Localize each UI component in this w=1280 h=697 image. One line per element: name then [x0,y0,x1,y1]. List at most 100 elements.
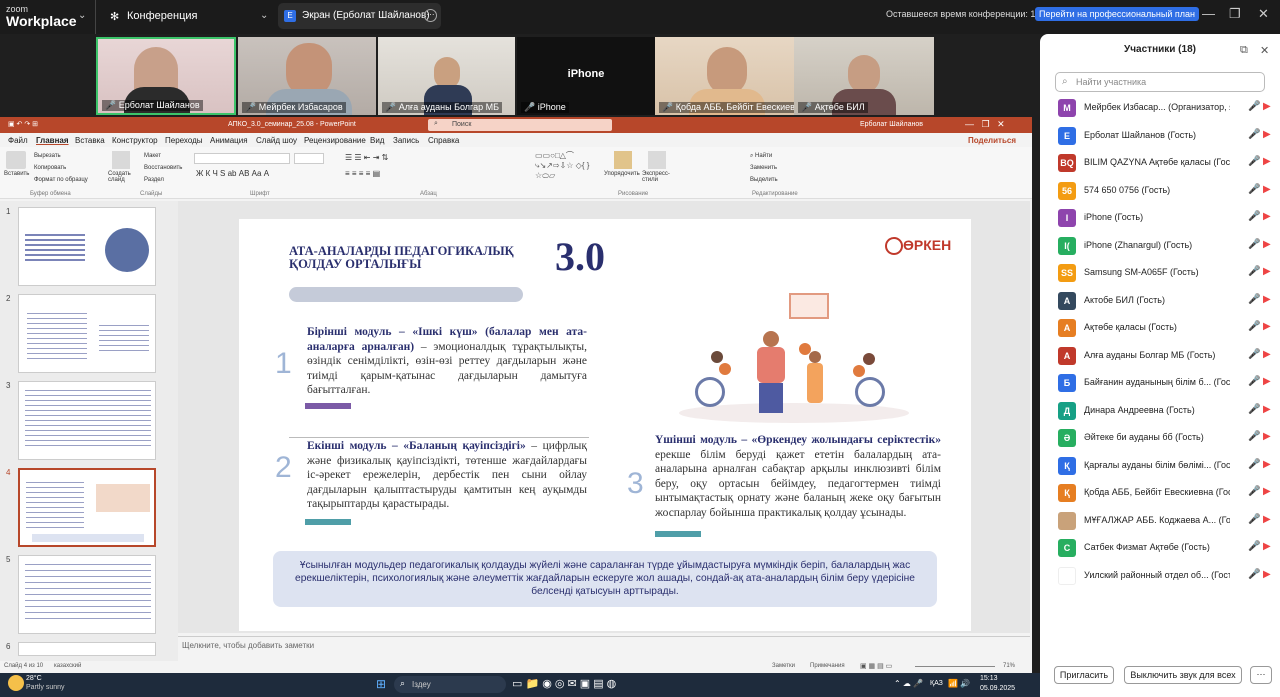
section-button[interactable]: Раздел [144,177,164,183]
participant-row[interactable]: Қ Қарғалы ауданы білім бөлімі... (Гость) 🎤… [1058,456,1273,476]
mic-muted-icon[interactable]: 🎤 [1248,349,1260,360]
mic-muted-icon[interactable]: 🎤 [1248,101,1260,112]
participant-row[interactable]: А Ақтөбе қаласы (Гость) 🎤 ▶ [1058,318,1273,338]
share-button[interactable]: Поделиться [968,136,1016,145]
video-tile[interactable]: 🎤 Қобда АББ, Бейбіт Евескиевна [655,37,794,115]
notes-pane[interactable]: Щелкните, чтобы добавить заметки [178,636,1030,658]
invite-button[interactable]: Пригласить [1054,666,1114,684]
tab-insert[interactable]: Вставка [75,136,105,145]
slide[interactable]: АТА-АНАЛАРДЫ ПЕДАГОГИКАЛЫҚ ҚОЛДАУ ОРТАЛЫ… [239,219,971,631]
taskbar-search[interactable]: ⌕ Іздеу [394,676,506,693]
new-slide-button[interactable]: Создать слайд [108,171,132,183]
tab-home[interactable]: Главная [36,136,69,145]
mic-muted-icon[interactable]: 🎤 [1248,514,1260,525]
camera-off-icon[interactable]: ▶ [1263,101,1271,112]
mic-muted-icon[interactable]: 🎤 [1248,211,1260,222]
network-icons[interactable]: 📶 🔊 [948,679,970,688]
ppt-search[interactable]: ⌕ Поиск [428,119,612,131]
video-tile[interactable]: 🎤 Ерболат Шайланов [96,37,236,115]
view-buttons[interactable]: ▣ ▦ ▤ ▭ [860,662,892,670]
format-painter-button[interactable]: Формат по образцу [34,177,88,183]
minimize-icon[interactable]: — [1202,6,1215,21]
tab-review[interactable]: Рецензирование [304,136,366,145]
participant-row[interactable]: SS Samsung SM-A065F (Гость) 🎤 ▶ [1058,263,1273,283]
participant-row[interactable]: МҰҒАЛЖАР АББ. Коджаева А... (Гость) 🎤▶ [1058,511,1273,531]
layout-button[interactable]: Макет [144,153,161,159]
tab-slideshow[interactable]: Слайд шоу [256,136,297,145]
camera-off-icon[interactable]: ▶ [1263,486,1271,497]
tray-icons[interactable]: ⌃ ☁ 🎤 [894,679,923,688]
camera-off-icon[interactable]: ▶ [1263,404,1271,415]
mic-muted-icon[interactable]: 🎤 [1248,569,1260,580]
participant-row[interactable]: А Алға ауданы Болгар МБ (Гость) 🎤 ▶ [1058,346,1273,366]
mic-muted-icon[interactable]: 🎤 [1248,266,1260,277]
tab-transitions[interactable]: Переходы [165,136,203,145]
slide-thumbnail-3[interactable] [18,381,156,460]
participant-row[interactable]: 56 574 650 0756 (Гость) 🎤 ▶ [1058,181,1273,201]
weather-icon[interactable] [8,675,24,691]
replace-button[interactable]: Заменить [750,165,777,171]
slide-thumbnail-1[interactable] [18,207,156,286]
mic-muted-icon[interactable]: 🎤 [1248,431,1260,442]
camera-off-icon[interactable]: ▶ [1263,349,1271,360]
participant-row[interactable]: I(iPhone (Zhanargul) (Гость) 🎤 ▶ [1058,236,1273,256]
conference-label[interactable]: Конференция [127,10,197,22]
video-tile[interactable]: iPhone 🎤 iPhone [517,37,655,115]
mute-all-button[interactable]: Выключить звук для всех [1124,666,1242,684]
camera-off-icon[interactable]: ▶ [1263,569,1271,580]
windows-start-icon[interactable]: ⊞ [376,677,386,691]
quick-styles-button[interactable]: Экспресс-стили [642,171,672,183]
mic-muted-icon[interactable]: 🎤 [1248,376,1260,387]
participant-row[interactable]: С Сатбек Физмат Ақтөбе (Гость) 🎤 ▶ [1058,538,1273,558]
font-format-buttons[interactable]: Ж К Ч S ab АВ Аа A [196,169,269,178]
participant-row[interactable]: BQ BILIM QAZYNA Ақтөбе қаласы (Гость) 🎤 ▶ [1058,153,1273,173]
slide-thumbnail-6[interactable] [18,642,156,656]
upgrade-button[interactable]: Перейти на профессиональный план [1035,7,1199,21]
camera-off-icon[interactable]: ▶ [1263,129,1271,140]
popout-icon[interactable]: ⧉ [1240,44,1248,57]
mic-muted-icon[interactable]: 🎤 [1248,129,1260,140]
participant-row[interactable]: Ә Әйтеке би ауданы бб (Гость) 🎤 ▶ [1058,428,1273,448]
camera-off-icon[interactable]: ▶ [1263,541,1271,552]
video-tile[interactable]: 🎤 Мейрбек Избасаров [238,37,376,115]
mic-muted-icon[interactable]: 🎤 [1248,156,1260,167]
taskbar-apps[interactable]: ▭ 📁 ◉ ◎ ✉ ▣ ▤ ◍ [512,677,616,690]
align-buttons[interactable]: ≡ ≡ ≡ ≡ ▤ [345,169,380,178]
tab-record[interactable]: Запись [393,136,419,145]
list-buttons[interactable]: ☰ ☰ ⇤ ⇥ ⇅ [345,153,388,162]
mic-muted-icon[interactable]: 🎤 [1248,486,1260,497]
mic-muted-icon[interactable]: 🎤 [1248,541,1260,552]
chevron-down-icon[interactable]: ⌄ [78,10,86,21]
video-tile[interactable]: 🎤 Алға ауданы Болгар МБ [378,37,515,115]
participant-row[interactable]: Уилский районный отдел об... (Гость) 🎤 ▶ [1058,566,1273,586]
close-icon[interactable]: ✕ [1258,6,1269,22]
slide-thumbnail-2[interactable] [18,294,156,373]
restore-icon[interactable]: ❐ [1229,6,1241,22]
mic-muted-icon[interactable]: 🎤 [1248,321,1260,332]
quick-styles-icon[interactable] [648,151,666,169]
participant-row[interactable]: А Актобе БИЛ (Гость) 🎤 ▶ [1058,291,1273,311]
reset-button[interactable]: Восстановить [144,165,182,171]
find-button[interactable]: ⌕ Найти [750,153,772,160]
participant-row[interactable]: IiPhone (Гость) 🎤 ▶ [1058,208,1273,228]
mic-muted-icon[interactable]: 🎤 [1248,459,1260,470]
slide-thumbnail-5[interactable] [18,555,156,634]
input-language[interactable]: ҚАЗ [930,680,943,687]
mic-muted-icon[interactable]: 🎤 [1248,184,1260,195]
participant-row[interactable]: Е Ерболат Шайланов (Гость) 🎤 ▶ [1058,126,1273,146]
comments-toggle[interactable]: Примечания [810,663,845,669]
font-size-select[interactable] [294,153,324,164]
tab-file[interactable]: Файл [8,136,28,145]
camera-off-icon[interactable]: ▶ [1263,211,1271,222]
participant-row[interactable]: Қ Қобда АББ, Бейбіт Евескиевна (Гость) 🎤 ▶ [1058,483,1273,503]
camera-off-icon[interactable]: ▶ [1263,294,1271,305]
camera-off-icon[interactable]: ▶ [1263,266,1271,277]
camera-off-icon[interactable]: ▶ [1263,431,1271,442]
ppt-window-controls[interactable]: — ❐ ✕ [965,119,1005,130]
screen-share-tab[interactable]: E Экран (Ерболат Шайланов) ··· [278,3,441,29]
more-icon[interactable]: ··· [1250,666,1272,684]
tab-animation[interactable]: Анимация [210,136,248,145]
notes-toggle[interactable]: Заметки [772,663,795,669]
copy-button[interactable]: Копировать [34,165,66,171]
camera-off-icon[interactable]: ▶ [1263,459,1271,470]
